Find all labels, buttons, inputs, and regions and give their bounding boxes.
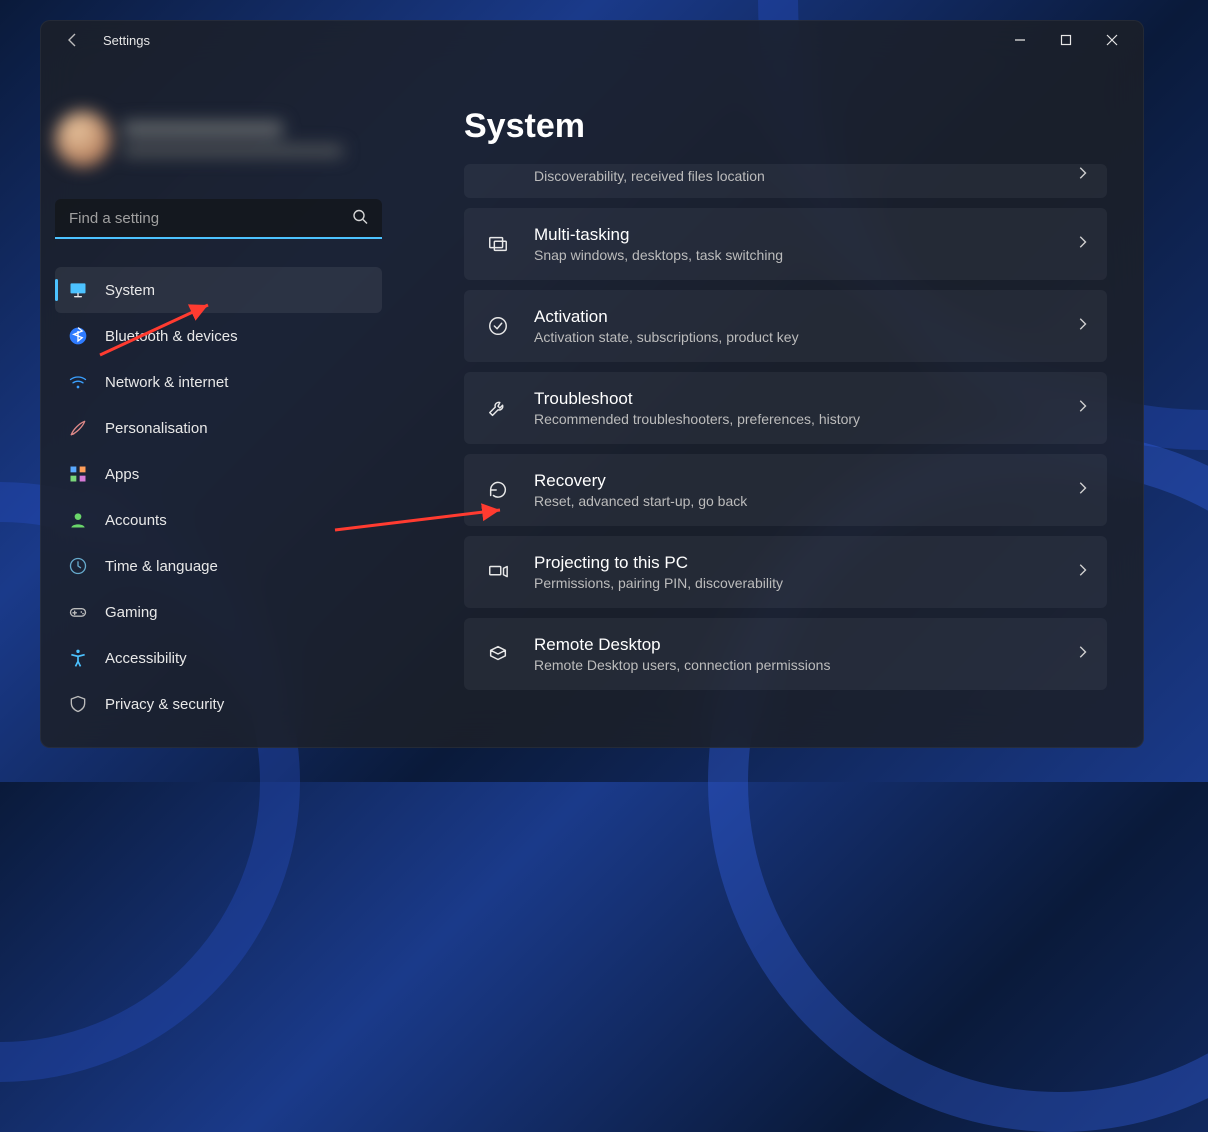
settings-card-recovery[interactable]: Recovery Reset, advanced start-up, go bac… — [464, 454, 1107, 526]
back-button[interactable] — [57, 24, 89, 56]
settings-card-projecting-to-this-pc[interactable]: Projecting to this PC Permissions, pairin… — [464, 536, 1107, 608]
shield-icon — [67, 693, 89, 715]
clock-icon — [67, 555, 89, 577]
accessibility-icon — [67, 647, 89, 669]
settings-list: Discoverability, received files location… — [464, 164, 1115, 747]
chevron-right-icon — [1075, 645, 1089, 664]
sidebar-item-label: Privacy & security — [105, 696, 224, 713]
chevron-right-icon — [1075, 166, 1089, 185]
maximize-icon — [1060, 34, 1072, 46]
remote-icon — [482, 638, 514, 670]
settings-card-activation[interactable]: Activation Activation state, subscription… — [464, 290, 1107, 362]
chevron-right-icon — [1075, 235, 1089, 254]
settings-card-partial[interactable]: Discoverability, received files location — [464, 164, 1107, 198]
close-icon — [1106, 34, 1118, 46]
app-title: Settings — [103, 33, 150, 48]
brush-icon — [67, 417, 89, 439]
sidebar-item-personalisation[interactable]: Personalisation — [55, 405, 382, 451]
minimize-icon — [1014, 34, 1026, 46]
sidebar-item-system[interactable]: System — [55, 267, 382, 313]
avatar — [55, 111, 111, 167]
wifi-icon — [67, 371, 89, 393]
recovery-icon — [482, 474, 514, 506]
bluetooth-icon — [67, 325, 89, 347]
sidebar-item-label: Gaming — [105, 604, 158, 621]
settings-card-remote-desktop[interactable]: Remote Desktop Remote Desktop users, conn… — [464, 618, 1107, 690]
sidebar-item-time-language[interactable]: Time & language — [55, 543, 382, 589]
card-title: Troubleshoot — [534, 389, 1075, 409]
sidebar: System Bluetooth & devices Network & inter… — [41, 59, 396, 747]
sidebar-item-network-internet[interactable]: Network & internet — [55, 359, 382, 405]
search-input[interactable] — [55, 199, 382, 239]
titlebar: Settings — [41, 21, 1143, 59]
sidebar-item-label: Network & internet — [105, 374, 228, 391]
card-subtitle: Permissions, pairing PIN, discoverabilit… — [534, 575, 1075, 591]
settings-card-multi-tasking[interactable]: Multi-tasking Snap windows, desktops, tas… — [464, 208, 1107, 280]
sidebar-item-label: Personalisation — [105, 420, 208, 437]
settings-window: Settings SystemBl — [40, 20, 1144, 748]
person-icon — [67, 509, 89, 531]
sidebar-item-label: Time & language — [105, 558, 218, 575]
search-icon — [352, 209, 368, 230]
card-subtitle: Reset, advanced start-up, go back — [534, 493, 1075, 509]
sidebar-item-label: System — [105, 282, 155, 299]
check-icon — [482, 310, 514, 342]
card-subtitle: Recommended troubleshooters, preferences… — [534, 411, 1075, 427]
card-title: Multi-tasking — [534, 225, 1075, 245]
card-title: Projecting to this PC — [534, 553, 1075, 573]
sidebar-item-gaming[interactable]: Gaming — [55, 589, 382, 635]
profile-block[interactable] — [55, 99, 382, 179]
chevron-right-icon — [1075, 481, 1089, 500]
sidebar-item-label: Accessibility — [105, 650, 187, 667]
sidebar-item-label: Accounts — [105, 512, 167, 529]
content-pane: System Discoverability, received files l… — [396, 59, 1143, 747]
card-title: Activation — [534, 307, 1075, 327]
sidebar-item-label: Apps — [105, 466, 139, 483]
windows-icon — [482, 228, 514, 260]
page-heading: System — [464, 107, 1115, 146]
sidebar-item-bluetooth-devices[interactable]: Bluetooth & devices — [55, 313, 382, 359]
maximize-button[interactable] — [1043, 24, 1089, 56]
card-subtitle: Snap windows, desktops, task switching — [534, 247, 1075, 263]
sidebar-item-privacy-security[interactable]: Privacy & security — [55, 681, 382, 727]
card-subtitle: Remote Desktop users, connection permiss… — [534, 657, 1075, 673]
settings-card-troubleshoot[interactable]: Troubleshoot Recommended troubleshooters,… — [464, 372, 1107, 444]
card-title: Remote Desktop — [534, 635, 1075, 655]
sidebar-item-label: Bluetooth & devices — [105, 328, 238, 345]
project-icon — [482, 556, 514, 588]
close-button[interactable] — [1089, 24, 1135, 56]
gamepad-icon — [67, 601, 89, 623]
card-subtitle: Discoverability, received files location — [534, 168, 1075, 184]
sidebar-item-accessibility[interactable]: Accessibility — [55, 635, 382, 681]
sidebar-item-accounts[interactable]: Accounts — [55, 497, 382, 543]
wrench-icon — [482, 392, 514, 424]
monitor-icon — [67, 279, 89, 301]
apps-icon — [67, 463, 89, 485]
sidebar-item-apps[interactable]: Apps — [55, 451, 382, 497]
card-title: Recovery — [534, 471, 1075, 491]
chevron-right-icon — [1075, 399, 1089, 418]
arrow-left-icon — [65, 32, 81, 48]
chevron-right-icon — [1075, 563, 1089, 582]
card-subtitle: Activation state, subscriptions, product… — [534, 329, 1075, 345]
minimize-button[interactable] — [997, 24, 1043, 56]
chevron-right-icon — [1075, 317, 1089, 336]
